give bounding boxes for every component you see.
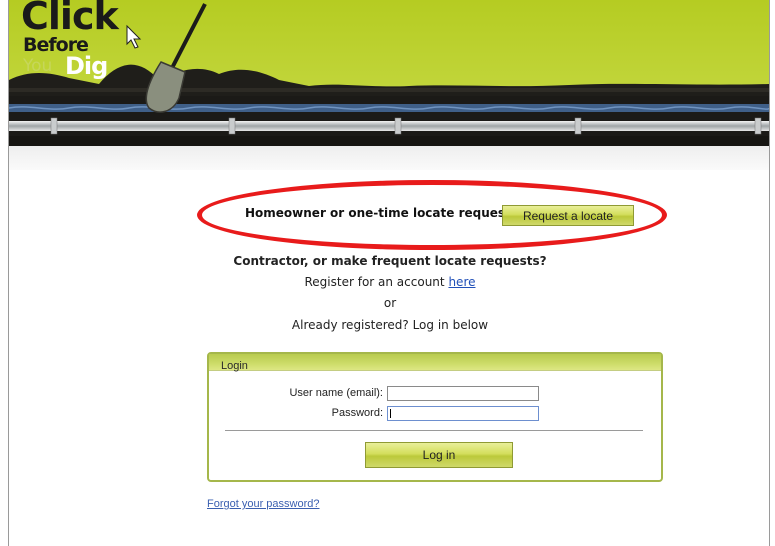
already-registered-text: Already registered? Log in below: [291, 318, 489, 332]
login-button[interactable]: Log in: [365, 442, 513, 468]
password-input[interactable]: [387, 406, 539, 421]
username-label: User name (email):: [289, 387, 383, 399]
password-label: Password:: [331, 407, 383, 419]
or-text: or: [383, 296, 397, 310]
banner-illustration: [9, 0, 769, 146]
logo-you-text: You: [23, 56, 53, 76]
register-line: Register for an account here: [9, 275, 769, 289]
login-divider: [225, 430, 643, 431]
contractor-heading: Contractor, or make frequent locate requ…: [233, 254, 547, 268]
text-caret: [390, 409, 391, 418]
login-panel: Login User name (email): Password: Log i…: [207, 352, 663, 482]
register-text: Register for an account: [304, 275, 445, 289]
header-banner: Click Before You Dig: [9, 0, 769, 146]
logo-click-text: Click: [21, 0, 119, 38]
login-panel-header: Login: [209, 354, 661, 372]
homeowner-request-label: Homeowner or one-time locate request?: [245, 206, 518, 220]
banner-shadow-band: [9, 146, 769, 170]
register-here-link[interactable]: here: [448, 275, 475, 289]
username-input[interactable]: [387, 386, 539, 401]
login-panel-title: Login: [221, 360, 248, 372]
logo-dig-text: Dig: [65, 52, 108, 80]
request-locate-button[interactable]: Request a locate: [502, 205, 634, 226]
forgot-password-link[interactable]: Forgot your password?: [207, 498, 320, 510]
page-frame: Click Before You Dig Homeowner or one-ti…: [8, 0, 770, 546]
